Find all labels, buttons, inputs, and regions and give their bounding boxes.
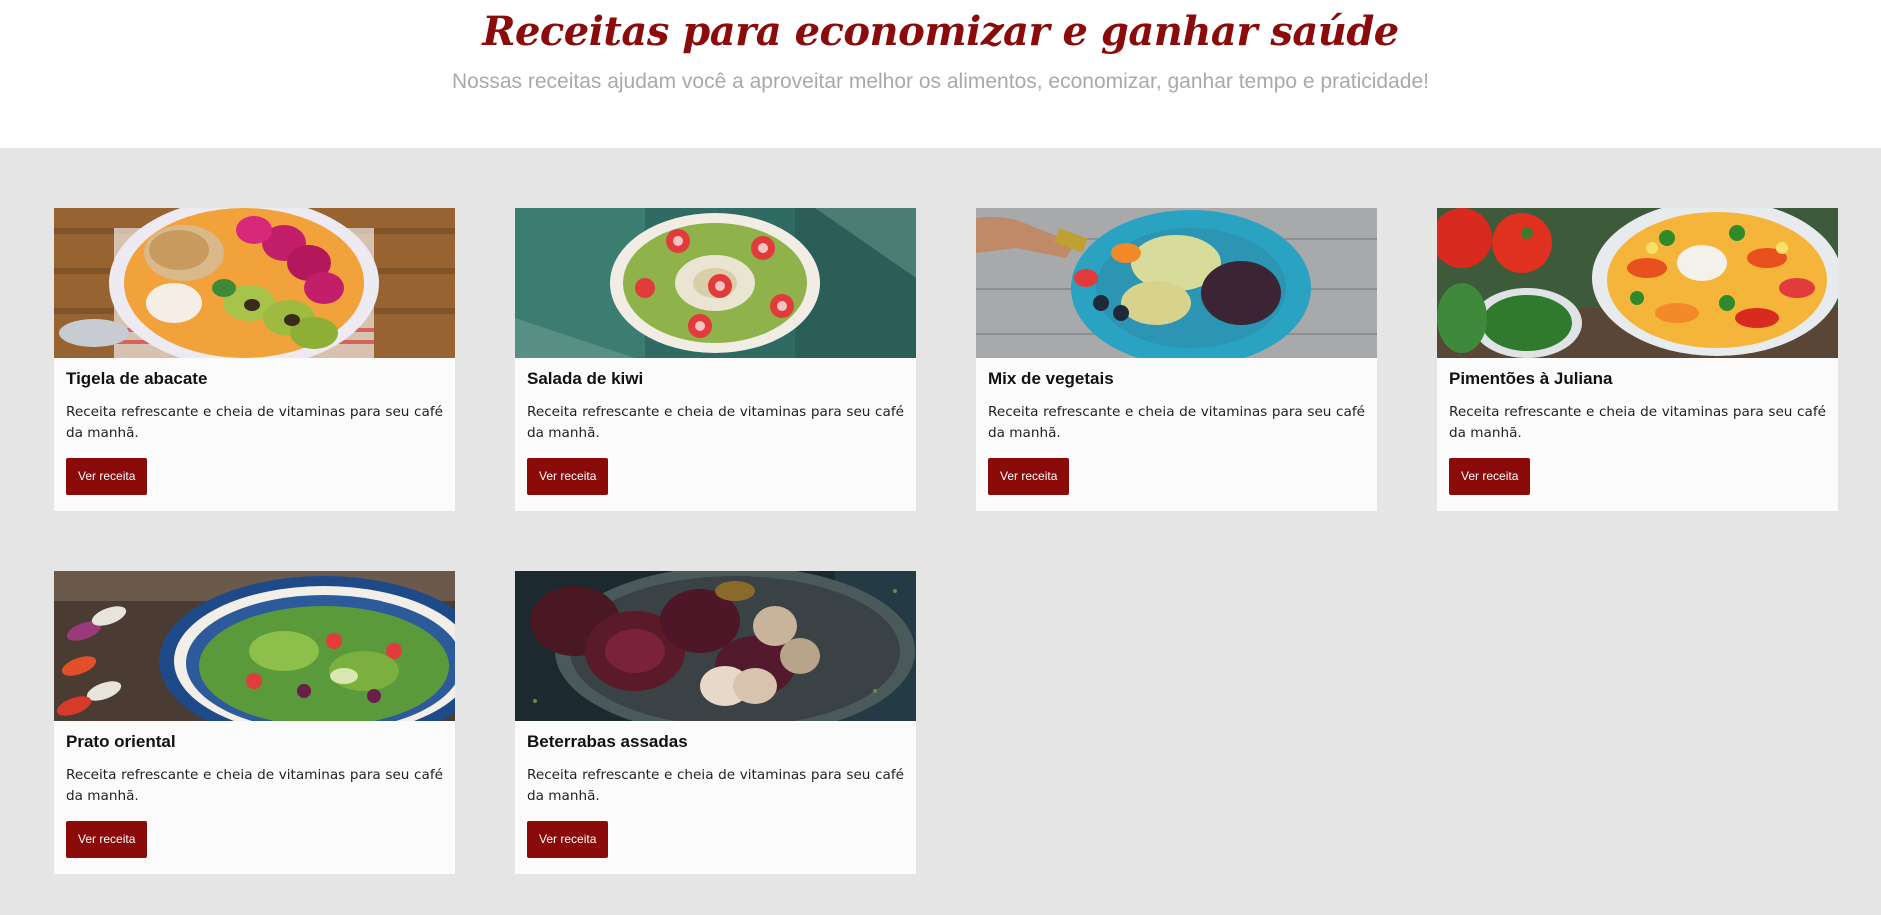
- recipes-section: Tigela de abacate Receita refrescante e …: [0, 148, 1881, 915]
- page-subtitle: Nossas receitas ajudam você a aproveitar…: [451, 70, 1429, 93]
- view-recipe-button[interactable]: Ver receita: [527, 821, 609, 858]
- page-header: Receitas para economizar e ganhar saúde …: [0, 0, 1881, 148]
- vegetable-mix-image: [976, 208, 1377, 358]
- avocado-bowl-image: [54, 208, 455, 358]
- recipe-title: Beterrabas assadas: [527, 732, 688, 751]
- view-recipe-button[interactable]: Ver receita: [988, 458, 1070, 495]
- recipe-card: Beterrabas assadas Receita refrescante e…: [515, 571, 916, 874]
- recipe-card: Prato oriental Receita refrescante e che…: [54, 571, 455, 874]
- recipe-card: Tigela de abacate Receita refrescante e …: [54, 208, 455, 511]
- recipe-title: Mix de vegetais: [988, 369, 1114, 388]
- view-recipe-button[interactable]: Ver receita: [66, 821, 148, 858]
- recipe-description: Receita refrescante e cheia de vitaminas…: [1449, 404, 1826, 441]
- page-title: Receitas para economizar e ganhar saúde: [482, 8, 1399, 55]
- recipe-title: Salada de kiwi: [527, 369, 644, 388]
- view-recipe-button[interactable]: Ver receita: [66, 458, 148, 495]
- kiwi-bowl-image: [515, 208, 916, 358]
- recipe-card: Mix de vegetais Receita refrescante e ch…: [976, 208, 1377, 511]
- oriental-salad-image: [54, 571, 455, 721]
- recipe-title: Tigela de abacate: [66, 369, 208, 388]
- roasted-beets-image: [515, 571, 916, 721]
- recipe-description: Receita refrescante e cheia de vitaminas…: [527, 404, 904, 441]
- recipe-description: Receita refrescante e cheia de vitaminas…: [527, 767, 904, 804]
- recipe-title: Prato oriental: [66, 732, 176, 751]
- peppers-image: [1437, 208, 1838, 358]
- recipe-description: Receita refrescante e cheia de vitaminas…: [988, 404, 1365, 441]
- recipe-title: Pimentões à Juliana: [1449, 369, 1613, 388]
- recipe-grid: Tigela de abacate Receita refrescante e …: [54, 208, 1838, 874]
- view-recipe-button[interactable]: Ver receita: [527, 458, 609, 495]
- recipe-description: Receita refrescante e cheia de vitaminas…: [66, 767, 443, 804]
- view-recipe-button[interactable]: Ver receita: [1449, 458, 1531, 495]
- recipe-card: Salada de kiwi Receita refrescante e che…: [515, 208, 916, 511]
- recipe-description: Receita refrescante e cheia de vitaminas…: [66, 404, 443, 441]
- recipe-card: Pimentões à Juliana Receita refrescante …: [1437, 208, 1838, 511]
